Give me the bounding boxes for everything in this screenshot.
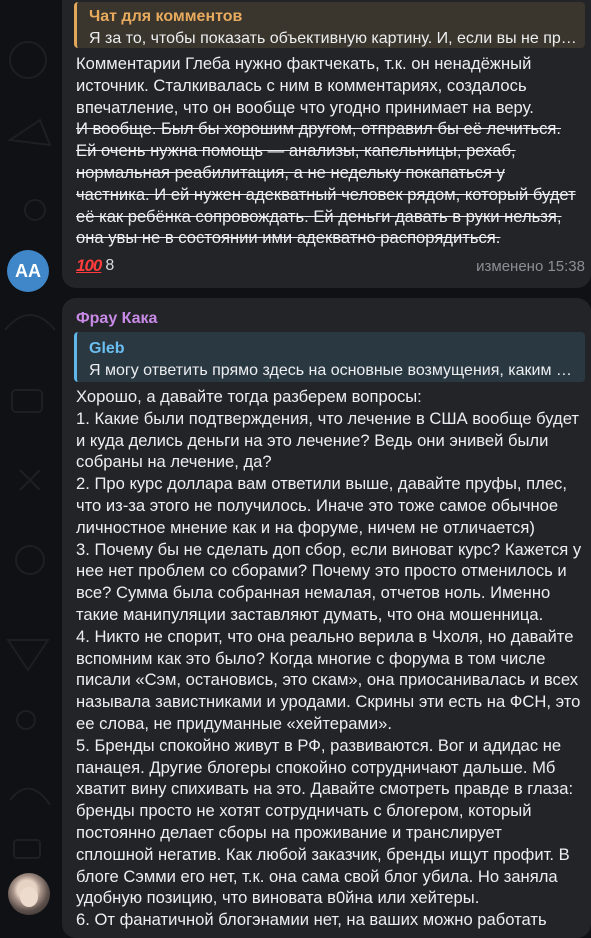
message-text: Комментарии Глеба нужно фактчекать, т.к.… <box>76 53 577 249</box>
message-text: Хорошо, а давайте тогда разберем вопросы… <box>76 386 582 931</box>
message-line: постоянно делает сборы на проживание и т… <box>76 822 502 842</box>
message-line: 1. Какие были подтверждения, что лечение… <box>76 408 580 428</box>
message-line: 6. От фанатичной блогэнамии нет, на ваши… <box>76 910 547 930</box>
message-line: Хорошо, а давайте тогда разберем вопросы… <box>76 387 422 406</box>
message-line: 3. Почему бы не сделать доп сбор, если в… <box>76 539 582 559</box>
message-line: все? Сумма была собранная немалая, отчет… <box>76 583 551 603</box>
message-line: частника. И ей нужен адекватный человек … <box>76 184 576 204</box>
message-line: бренды просто не хотят сотрудничать с бл… <box>76 801 532 821</box>
message-line: вспомним как это было? Когда многие с фо… <box>76 648 546 668</box>
reply-quote[interactable]: Gleb Я могу ответить прямо здесь на осно… <box>74 332 585 382</box>
message-line: источник. Сталкивалась с ним в комментар… <box>76 75 527 95</box>
message-timestamp: изменено 15:38 <box>476 258 585 275</box>
message-line: личностное мнение как и на форуме, ничем… <box>76 517 535 537</box>
message-line: 5. Бренды спокойно живут в РФ, развивают… <box>76 735 562 755</box>
hundred-points-icon: 100 <box>76 256 102 275</box>
message-bubble[interactable]: Чат для комментов Я за то, чтобы показат… <box>62 0 591 288</box>
reply-author: Gleb <box>89 340 125 357</box>
reply-author: Чат для комментов <box>89 8 243 25</box>
message-bubble[interactable]: Фрау Кака Gleb Я могу ответить прямо зде… <box>62 298 591 938</box>
message-line: 4. Никто не спорит, что она реально вери… <box>76 626 574 646</box>
message-line: блоге Сэмми его нет, т.к. она сама свой … <box>76 866 558 886</box>
message-line: 2. Про курс доллара вам ответили выше, д… <box>76 474 567 494</box>
message-line: удобную позицию, что виновата в0йна или … <box>76 888 480 908</box>
message-line: Комментарии Глеба нужно фактчекать, т.к.… <box>76 54 532 73</box>
reaction-count: 8 <box>105 257 115 274</box>
reaction-badge[interactable]: 100 8 <box>72 254 122 278</box>
message-line: и куда делись деньги на это лечение? Вед… <box>76 430 549 450</box>
message-line: её как ребёнка сопровождать. Ей деньги д… <box>76 206 562 226</box>
message-line: писали «Сэм, остановись, это скам», она … <box>76 670 579 690</box>
message-author[interactable]: Фрау Кака <box>76 310 157 328</box>
message-line: ее слова, не придуманные «хейтерами». <box>76 713 393 733</box>
message-line: такие манипуляции заставляют думать, что… <box>76 604 544 624</box>
message-line: И вообще. Был бы хорошим другом, отправи… <box>76 119 561 139</box>
message-line: собраны на лечение, да? <box>76 452 272 472</box>
reply-text: Я могу ответить прямо здесь на основные … <box>89 362 585 379</box>
message-line: панацея. Другие блогеры спокойно сотрудн… <box>76 757 556 777</box>
avatar[interactable] <box>8 873 50 915</box>
message-line: нормальная реабилитация, а не недельку п… <box>76 162 505 182</box>
message-line: нее нет проблем со сборами? Почему это п… <box>76 561 567 581</box>
message-line: хватит вину спихивать на это. Давайте см… <box>76 779 574 799</box>
message-line: сплошной негатив. Как любой заказчик, бр… <box>76 844 570 864</box>
avatar-photo-face <box>20 887 38 907</box>
reply-text: Я за то, чтобы показать объективную карт… <box>89 30 585 47</box>
message-line: что из-за этого не получилось. Иначе это… <box>76 495 559 515</box>
avatar[interactable]: AA <box>7 250 49 292</box>
message-line: Ей очень нужна помощь — анализы, капельн… <box>76 141 516 161</box>
message-line: впечатление, что он вообще что угодно пр… <box>76 97 534 117</box>
message-line: называла завистниками и уродами. Скрины … <box>76 692 581 712</box>
reply-quote[interactable]: Чат для комментов Я за то, чтобы показат… <box>74 2 585 48</box>
message-line: она увы не в состоянии ими адекватно рас… <box>76 228 501 248</box>
